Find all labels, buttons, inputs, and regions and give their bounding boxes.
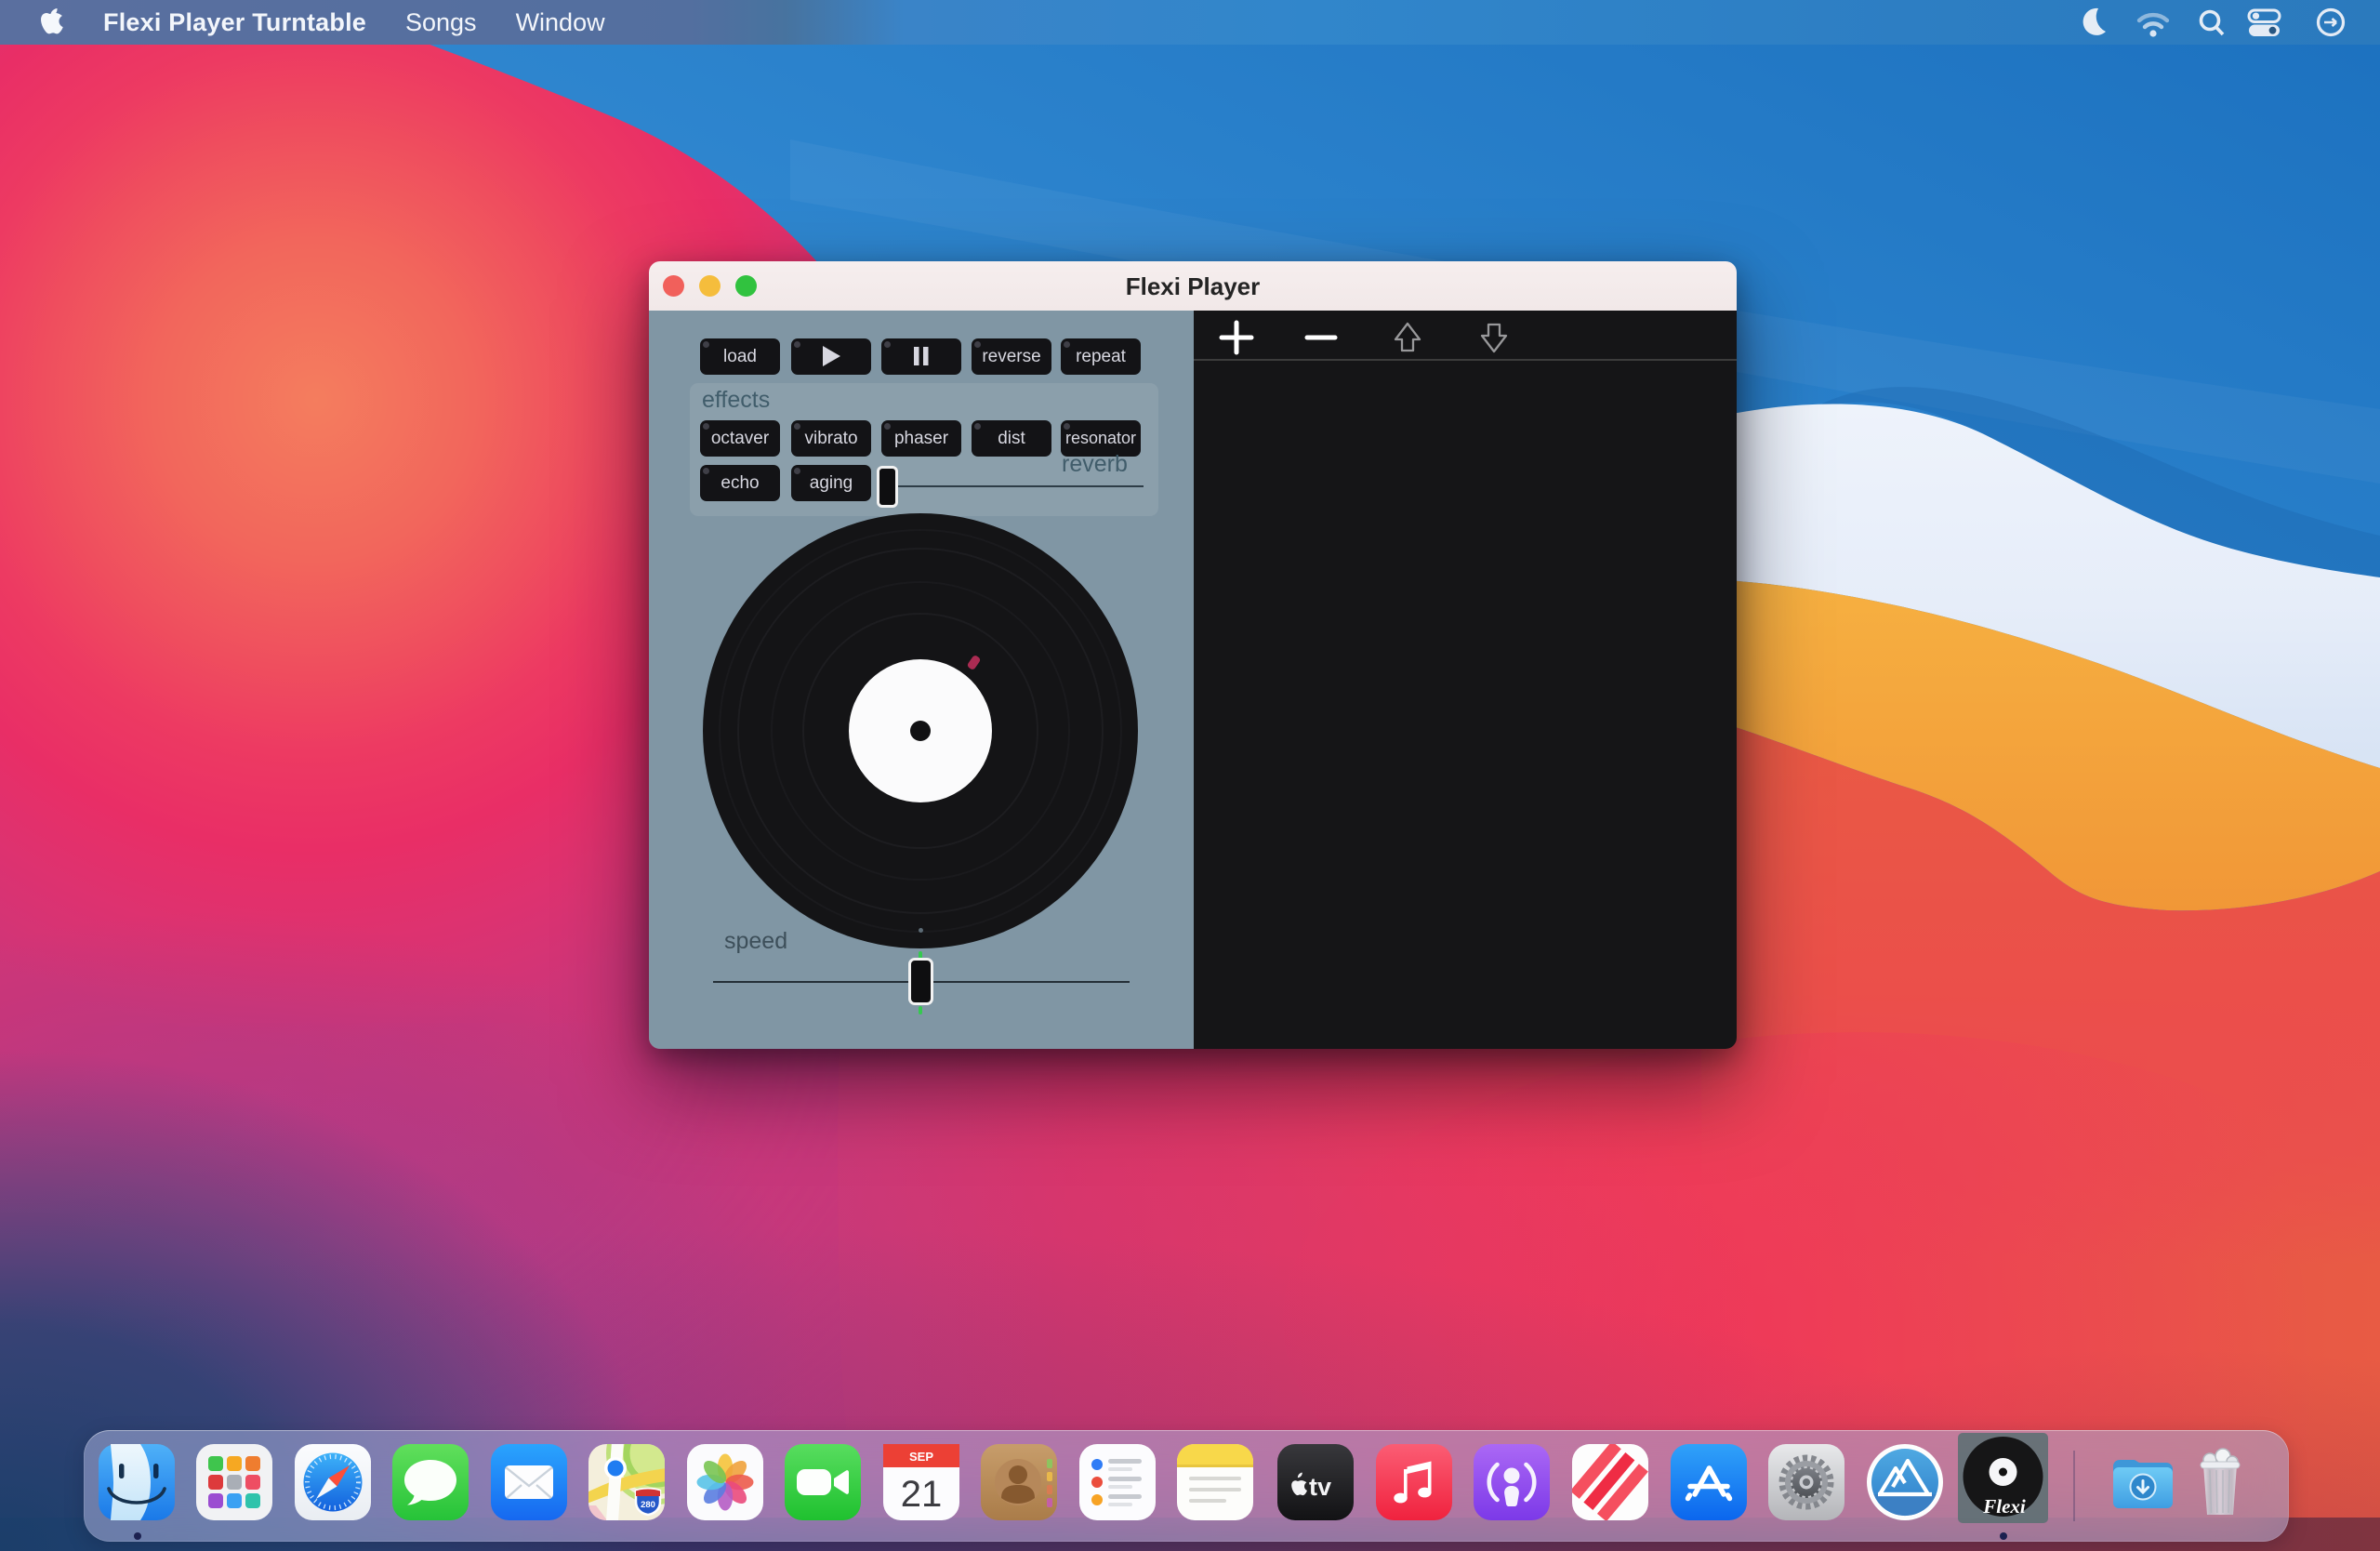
svg-text:SEP: SEP: [909, 1450, 933, 1464]
svg-text:tv: tv: [1309, 1473, 1331, 1501]
svg-text:21: 21: [901, 1474, 943, 1515]
svg-text:280: 280: [641, 1500, 655, 1510]
svg-text:Flexi: Flexi: [1982, 1495, 2026, 1518]
